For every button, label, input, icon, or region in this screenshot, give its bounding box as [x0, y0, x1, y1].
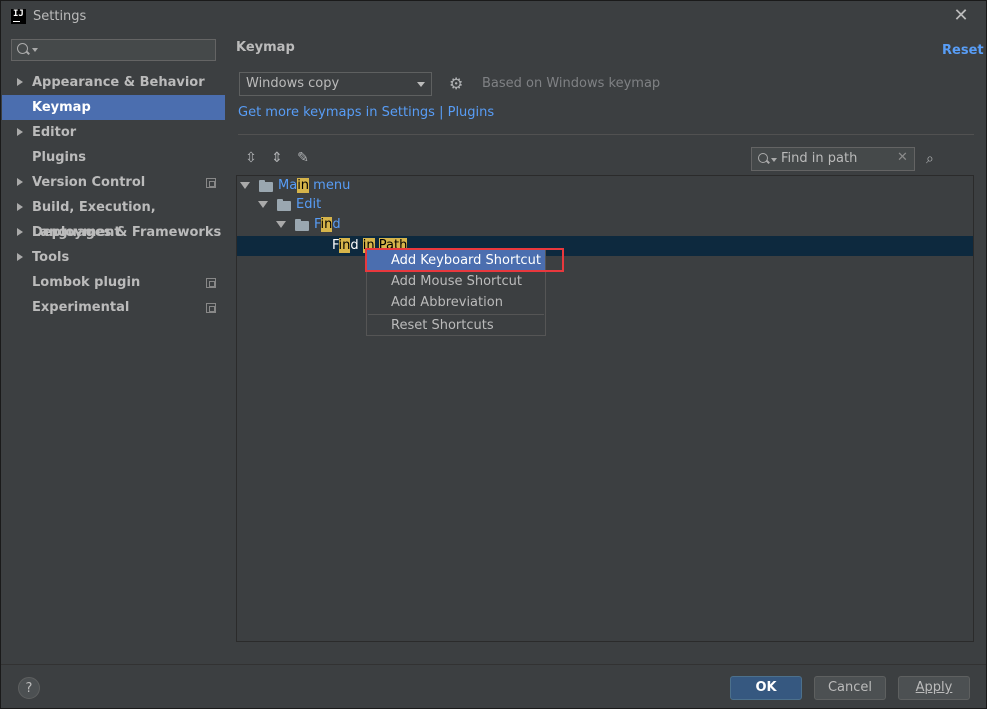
search-icon — [17, 43, 28, 54]
expand-arrow-icon[interactable] — [276, 221, 286, 228]
ok-button[interactable]: OK — [730, 676, 802, 700]
search-match-highlight: in — [338, 238, 351, 253]
tree-node-edit[interactable]: Edit — [296, 197, 321, 212]
more-keymaps-link[interactable]: Get more keymaps in Settings | Plugins — [238, 105, 494, 120]
intellij-app-icon: IJ — [11, 9, 26, 24]
search-icon — [758, 153, 768, 163]
sidebar-item-label: Editor — [32, 125, 77, 140]
settings-window: IJ Settings ✕ Appearance & Behavior Keym… — [0, 0, 987, 709]
expand-arrow-icon[interactable] — [17, 128, 23, 136]
tree-node-text: d — [350, 238, 363, 253]
sidebar-item-lombok-plugin[interactable]: Lombok plugin — [2, 270, 225, 295]
tree-node-find[interactable]: Find — [314, 217, 341, 232]
apply-button[interactable]: Apply — [898, 676, 970, 700]
sidebar-item-keymap[interactable]: Keymap — [2, 95, 225, 120]
sidebar-item-label: Appearance & Behavior — [32, 75, 205, 90]
keymap-search-value: Find in path — [781, 151, 858, 166]
based-on-label: Based on Windows keymap — [482, 76, 661, 91]
sidebar-item-editor[interactable]: Editor — [2, 120, 225, 145]
menu-item-label: Add Mouse Shortcut — [391, 274, 522, 289]
sidebar-item-label: Languages & Frameworks — [32, 225, 222, 240]
search-history-chevron-icon[interactable] — [771, 158, 777, 162]
divider — [1, 664, 986, 665]
title-bar: IJ Settings ✕ — [1, 1, 986, 33]
divider — [238, 134, 974, 135]
menu-item-reset-shortcuts[interactable]: Reset Shortcuts — [367, 315, 545, 336]
close-icon[interactable]: ✕ — [951, 6, 971, 26]
search-history-chevron-icon[interactable] — [32, 48, 38, 52]
sidebar-item-label: Plugins — [32, 150, 86, 165]
sidebar-item-label: Keymap — [32, 100, 91, 115]
expand-arrow-icon[interactable] — [17, 203, 23, 211]
tree-node-text: F — [314, 217, 321, 232]
menu-item-add-abbreviation[interactable]: Add Abbreviation — [367, 292, 545, 313]
project-level-icon — [206, 178, 216, 188]
collapse-all-icon[interactable]: ⇕ — [270, 151, 284, 165]
sidebar-item-version-control[interactable]: Version Control — [2, 170, 225, 195]
find-shortcut-icon[interactable]: ⌕ — [926, 151, 942, 167]
tree-node-text: F — [332, 238, 339, 253]
page-title: Keymap — [236, 40, 295, 55]
menu-item-label: Reset Shortcuts — [391, 318, 494, 333]
reset-link[interactable]: Reset — [942, 43, 984, 58]
menu-item-add-mouse-shortcut[interactable]: Add Mouse Shortcut — [367, 271, 545, 292]
tree-node-text: Ma — [278, 178, 298, 193]
keymap-select[interactable]: Windows copy — [239, 72, 432, 96]
sidebar-item-label: Experimental — [32, 300, 130, 315]
window-title: Settings — [33, 9, 87, 24]
sidebar-item-plugins[interactable]: Plugins — [2, 145, 225, 170]
help-icon[interactable]: ? — [18, 677, 40, 699]
settings-search-input[interactable] — [11, 39, 216, 61]
sidebar-item-appearance-behavior[interactable]: Appearance & Behavior — [2, 70, 225, 95]
expand-arrow-icon[interactable] — [258, 201, 268, 208]
project-level-icon — [206, 278, 216, 288]
sidebar-item-label: Lombok plugin — [32, 275, 141, 290]
search-match-highlight: in — [320, 217, 333, 232]
sidebar-item-tools[interactable]: Tools — [2, 245, 225, 270]
sidebar-item-label: Tools — [32, 250, 70, 265]
edit-pencil-icon[interactable]: ✎ — [296, 151, 310, 165]
expand-arrow-icon[interactable] — [240, 182, 250, 189]
tree-node-main-menu[interactable]: Main menu — [278, 178, 350, 193]
tree-node-text: d — [332, 217, 341, 232]
expand-arrow-icon[interactable] — [17, 78, 23, 86]
cancel-button[interactable]: Cancel — [814, 676, 886, 700]
sidebar-item-experimental[interactable]: Experimental — [2, 295, 225, 320]
project-level-icon — [206, 303, 216, 313]
clear-search-icon[interactable]: ✕ — [897, 150, 908, 165]
chevron-down-icon — [417, 82, 425, 87]
expand-arrow-icon[interactable] — [17, 178, 23, 186]
sidebar-item-languages-frameworks[interactable]: Languages & Frameworks — [2, 220, 225, 245]
expand-all-icon[interactable]: ⇳ — [244, 151, 258, 165]
keymap-search-input[interactable]: Find in path ✕ — [751, 147, 915, 171]
expand-arrow-icon[interactable] — [17, 228, 23, 236]
sidebar-item-build-execution-deployment[interactable]: Build, Execution, Deployment — [2, 195, 225, 240]
annotation-highlight-box — [365, 248, 564, 272]
search-match-highlight: in — [297, 178, 310, 193]
settings-gear-icon[interactable]: ⚙ — [449, 76, 463, 92]
apply-button-label: Apply — [915, 680, 953, 695]
menu-item-label: Add Abbreviation — [391, 295, 503, 310]
tree-node-text: menu — [309, 178, 351, 193]
folder-icon — [277, 199, 291, 211]
keymap-select-value: Windows copy — [246, 76, 340, 91]
sidebar-item-label: Version Control — [32, 175, 146, 190]
folder-icon — [295, 219, 309, 231]
expand-arrow-icon[interactable] — [17, 253, 23, 261]
menu-folder-icon — [259, 180, 273, 192]
